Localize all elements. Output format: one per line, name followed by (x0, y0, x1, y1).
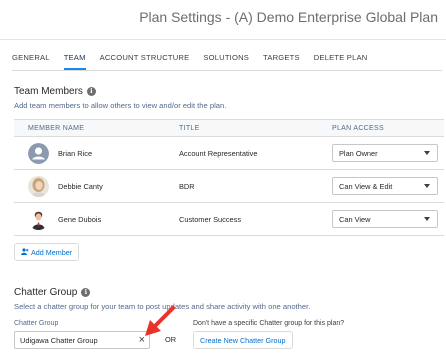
chatter-group-heading: Chatter Group i (14, 287, 91, 298)
plan-access-select[interactable]: Can View (332, 210, 438, 228)
page-title: Plan Settings - (A) Demo Enterprise Glob… (139, 9, 438, 25)
caret-down-icon (424, 184, 430, 188)
table-row: Gene Dubois Customer Success Can View (14, 203, 444, 236)
annotation-arrow-icon (145, 306, 175, 336)
plan-access-select[interactable]: Can View & Edit (332, 177, 438, 195)
info-icon[interactable]: i (86, 87, 96, 96)
plan-access-value: Can View (339, 215, 371, 224)
photo-man (28, 209, 49, 230)
chatter-group-input[interactable]: Udigawa Chatter Group × (14, 331, 150, 349)
tab-solutions[interactable]: SOLUTIONS (203, 50, 249, 70)
table-row: Debbie Canty BDR Can View & Edit (14, 170, 444, 203)
column-member-name: MEMBER NAME (28, 125, 85, 132)
table-row: Brian Rice Account Representative Plan O… (14, 137, 444, 170)
create-chatter-group-button[interactable]: Create New Chatter Group (193, 331, 293, 349)
team-members-table: MEMBER NAME TITLE PLAN ACCESS Brian Rice… (14, 119, 444, 236)
tab-general[interactable]: GENERAL (12, 50, 50, 70)
avatar (28, 209, 49, 230)
avatar (28, 176, 49, 197)
add-member-button[interactable]: Add Member (14, 243, 80, 261)
tab-targets[interactable]: TARGETS (263, 50, 300, 70)
plan-access-value: Can View & Edit (339, 182, 393, 191)
caret-down-icon (424, 151, 430, 155)
plan-access-select[interactable]: Plan Owner (332, 144, 438, 162)
default-user-icon (28, 143, 49, 164)
team-members-title: Team Members (14, 86, 83, 97)
member-name: Gene Dubois (58, 215, 102, 224)
team-members-description: Add team members to allow others to view… (14, 101, 227, 110)
member-name: Brian Rice (58, 149, 93, 158)
tab-team[interactable]: TEAM (63, 50, 86, 70)
page-header: Plan Settings - (A) Demo Enterprise Glob… (0, 0, 446, 40)
add-member-label: Add Member (31, 248, 73, 257)
photo-woman (28, 176, 49, 197)
avatar (28, 143, 49, 164)
column-plan-access: PLAN ACCESS (332, 125, 384, 132)
member-title: Customer Success (179, 215, 242, 224)
info-icon[interactable]: i (81, 288, 91, 297)
no-chatter-group-prompt: Don't have a specific Chatter group for … (193, 320, 345, 327)
tab-delete-plan[interactable]: DELETE PLAN (314, 50, 368, 70)
member-title: BDR (179, 182, 195, 191)
team-members-heading: Team Members i (14, 86, 96, 97)
caret-down-icon (424, 217, 430, 221)
column-title: TITLE (179, 125, 200, 132)
chatter-group-title: Chatter Group (14, 287, 78, 298)
tabs-divider (12, 70, 442, 71)
member-name: Debbie Canty (58, 182, 103, 191)
add-user-icon (21, 248, 29, 255)
table-header: MEMBER NAME TITLE PLAN ACCESS (14, 119, 444, 137)
chatter-group-value: Udigawa Chatter Group (20, 336, 98, 345)
member-title: Account Representative (179, 149, 258, 158)
chatter-group-field-label: Chatter Group (14, 320, 59, 327)
plan-access-value: Plan Owner (339, 149, 378, 158)
settings-tabs: GENERAL TEAM ACCOUNT STRUCTURE SOLUTIONS… (12, 50, 381, 70)
tab-account-structure[interactable]: ACCOUNT STRUCTURE (100, 50, 190, 70)
